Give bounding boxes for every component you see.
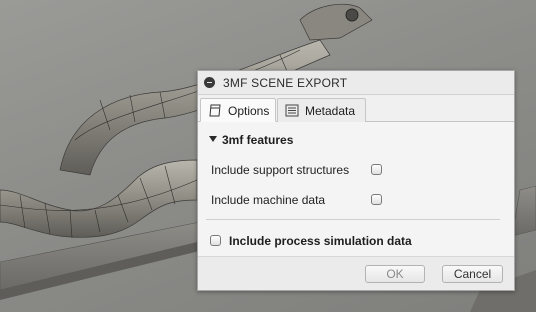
machine-data-label: Include machine data [211, 193, 326, 207]
process-simulation-label: Include process simulation data [229, 234, 412, 248]
support-structures-checkbox[interactable] [371, 164, 382, 175]
support-structures-label: Include support structures [211, 163, 350, 177]
close-icon[interactable] [204, 77, 215, 88]
tab-metadata[interactable]: Metadata [277, 98, 366, 122]
dialog-title: 3MF SCENE EXPORT [223, 76, 348, 90]
dialog-titlebar[interactable]: 3MF SCENE EXPORT [198, 71, 514, 95]
machine-data-checkbox[interactable] [371, 194, 382, 205]
options-icon [208, 104, 222, 120]
process-simulation-checkbox[interactable] [210, 235, 221, 246]
tab-options[interactable]: Options [200, 98, 276, 122]
export-dialog: 3MF SCENE EXPORT Options Metadata 3mf fe… [197, 70, 515, 291]
collapse-triangle-icon [209, 136, 217, 142]
tab-metadata-label: Metadata [305, 104, 356, 118]
section-title: 3mf features [222, 133, 294, 147]
tab-bar: Options Metadata [198, 95, 514, 122]
metadata-icon [285, 104, 299, 120]
ok-button[interactable]: OK [365, 265, 425, 283]
dialog-footer: OK Cancel [198, 256, 514, 290]
tab-options-label: Options [228, 104, 270, 118]
cancel-button[interactable]: Cancel [442, 265, 503, 283]
separator [206, 219, 500, 220]
